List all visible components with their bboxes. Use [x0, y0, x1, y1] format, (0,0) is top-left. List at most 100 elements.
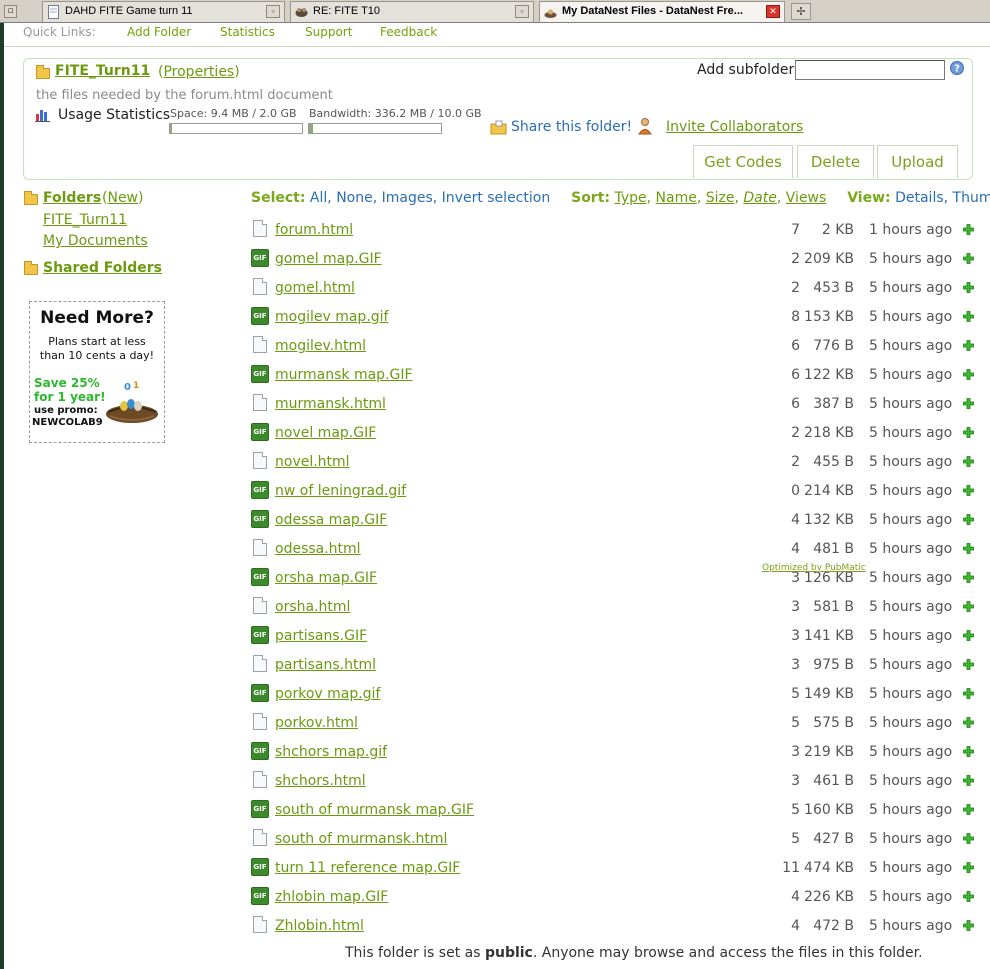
file-name-link[interactable]: mogilev map.gif — [275, 309, 388, 325]
file-row[interactable]: GIF zhlobin map.GIF 4 226 KB 5 hours ago — [251, 884, 976, 913]
add-file-icon[interactable] — [963, 920, 974, 931]
add-file-icon[interactable] — [963, 543, 974, 554]
file-name-link[interactable]: shchors map.gif — [275, 744, 387, 760]
sidebar-item-my-documents[interactable]: My Documents — [43, 233, 148, 249]
file-name-link[interactable]: mogilev.html — [275, 338, 366, 354]
sort-size-link[interactable]: Size — [706, 190, 735, 206]
file-name-link[interactable]: odessa.html — [275, 541, 361, 557]
add-file-icon[interactable] — [963, 398, 974, 409]
file-row[interactable]: partisans.html 3 975 B 5 hours ago — [251, 652, 976, 681]
delete-button[interactable]: Delete — [797, 145, 874, 178]
file-name-link[interactable]: novel map.GIF — [275, 425, 376, 441]
file-row[interactable]: mogilev.html 6 776 B 5 hours ago — [251, 333, 976, 362]
quick-link-support[interactable]: Support — [305, 25, 352, 39]
add-file-icon[interactable] — [963, 456, 974, 467]
close-icon[interactable]: ▫ — [515, 5, 529, 18]
file-name-link[interactable]: murmansk map.GIF — [275, 367, 413, 383]
sort-views-link[interactable]: Views — [786, 190, 827, 206]
add-file-icon[interactable] — [963, 340, 974, 351]
file-row[interactable]: GIF shchors map.gif 3 219 KB 5 hours ago — [251, 739, 976, 768]
quick-link-add-folder[interactable]: Add Folder — [127, 25, 191, 39]
file-row[interactable]: GIF murmansk map.GIF 6 122 KB 5 hours ago — [251, 362, 976, 391]
file-row[interactable]: GIF nw of leningrad.gif 0 214 KB 5 hours ago — [251, 478, 976, 507]
tab-my-datanest-files[interactable]: My DataNest Files - DataNest Fre... ✕ — [539, 1, 785, 22]
invite-collaborators-link[interactable]: Invite Collaborators — [666, 119, 803, 135]
file-name-link[interactable]: novel.html — [275, 454, 350, 470]
file-name-link[interactable]: porkov map.gif — [275, 686, 380, 702]
add-file-icon[interactable] — [963, 311, 974, 322]
file-row[interactable]: novel.html 2 455 B 5 hours ago — [251, 449, 976, 478]
file-name-link[interactable]: Zhlobin.html — [275, 918, 364, 934]
sort-date-link[interactable]: Date — [743, 190, 776, 206]
invert-selection-link[interactable]: Invert selection — [442, 190, 551, 206]
add-file-icon[interactable] — [963, 427, 974, 438]
file-name-link[interactable]: partisans.html — [275, 657, 376, 673]
add-file-icon[interactable] — [963, 253, 974, 264]
file-name-link[interactable]: south of murmansk map.GIF — [275, 802, 474, 818]
add-file-icon[interactable] — [963, 224, 974, 235]
add-subfolder-input[interactable] — [795, 60, 945, 80]
sort-name-link[interactable]: Name — [656, 190, 697, 206]
view-details-link[interactable]: Details — [895, 190, 944, 206]
file-row[interactable]: GIF gomel map.GIF 2 209 KB 5 hours ago — [251, 246, 976, 275]
file-row[interactable]: forum.html 7 2 KB 1 hours ago — [251, 217, 976, 246]
sort-type-link[interactable]: Type — [614, 190, 646, 206]
add-file-icon[interactable] — [963, 514, 974, 525]
add-file-icon[interactable] — [963, 717, 974, 728]
quick-link-feedback[interactable]: Feedback — [380, 25, 437, 39]
help-icon[interactable]: ? — [950, 61, 964, 75]
file-name-link[interactable]: gomel map.GIF — [275, 251, 382, 267]
folders-link[interactable]: Folders — [43, 190, 101, 206]
file-row[interactable]: GIF turn 11 reference map.GIF 11 474 KB 5 ho… — [251, 855, 976, 884]
sidebar-item-fite-turn11[interactable]: FITE_Turn11 — [43, 212, 127, 228]
select-all-link[interactable]: All — [310, 190, 327, 206]
shared-folders-link[interactable]: Shared Folders — [43, 260, 162, 276]
close-icon[interactable]: ✕ — [766, 5, 780, 18]
add-file-icon[interactable] — [963, 485, 974, 496]
file-row[interactable]: GIF porkov map.gif 5 149 KB 5 hours ago — [251, 681, 976, 710]
file-name-link[interactable]: partisans.GIF — [275, 628, 367, 644]
add-file-icon[interactable] — [963, 630, 974, 641]
add-file-icon[interactable] — [963, 659, 974, 670]
folder-name-link[interactable]: FITE_Turn11 — [55, 63, 150, 79]
file-name-link[interactable]: forum.html — [275, 222, 353, 238]
share-folder-link[interactable]: Share this folder! — [511, 119, 632, 135]
select-none-link[interactable]: None — [336, 190, 373, 206]
file-row[interactable]: orsha.html 3 581 B 5 hours ago — [251, 594, 976, 623]
file-row[interactable]: GIF novel map.GIF 2 218 KB 5 hours ago — [251, 420, 976, 449]
file-row[interactable]: GIF south of murmansk map.GIF 5 160 KB 5 hou… — [251, 797, 976, 826]
new-tab-button[interactable]: ✢ — [791, 3, 811, 20]
view-thumbs-link[interactable]: Thumbs — [953, 190, 990, 206]
add-file-icon[interactable] — [963, 891, 974, 902]
select-images-link[interactable]: Images — [382, 190, 433, 206]
promo-banner[interactable]: Need More? Plans start at less than 10 c… — [29, 301, 165, 443]
file-name-link[interactable]: gomel.html — [275, 280, 355, 296]
file-row[interactable]: porkov.html 5 575 B 5 hours ago — [251, 710, 976, 739]
add-file-icon[interactable] — [963, 572, 974, 583]
add-file-icon[interactable] — [963, 775, 974, 786]
add-file-icon[interactable] — [963, 282, 974, 293]
file-name-link[interactable]: shchors.html — [275, 773, 366, 789]
file-row[interactable]: GIF orsha map.GIF 3 126 KB 5 hours ago — [251, 565, 976, 594]
add-file-icon[interactable] — [963, 833, 974, 844]
upload-button[interactable]: Upload — [877, 145, 958, 178]
file-name-link[interactable]: orsha.html — [275, 599, 350, 615]
add-file-icon[interactable] — [963, 369, 974, 380]
file-name-link[interactable]: nw of leningrad.gif — [275, 483, 406, 499]
file-row[interactable]: Zhlobin.html 4 472 B 5 hours ago — [251, 913, 976, 942]
file-row[interactable]: GIF partisans.GIF 3 141 KB 5 hours ago — [251, 623, 976, 652]
tab-list-icon[interactable]: ▫ — [4, 5, 17, 18]
tab-dahd-fite[interactable]: DAHD FITE Game turn 11 ▫ — [42, 1, 285, 22]
file-row[interactable]: murmansk.html 6 387 B 5 hours ago — [251, 391, 976, 420]
file-row[interactable]: gomel.html 2 453 B 5 hours ago — [251, 275, 976, 304]
quick-link-statistics[interactable]: Statistics — [220, 25, 275, 39]
add-file-icon[interactable] — [963, 746, 974, 757]
add-file-icon[interactable] — [963, 804, 974, 815]
get-codes-button[interactable]: Get Codes — [693, 145, 793, 178]
add-file-icon[interactable] — [963, 601, 974, 612]
close-icon[interactable]: ▫ — [266, 5, 280, 18]
tab-re-fite[interactable]: RE: FITE T10 ▫ — [290, 1, 534, 22]
file-name-link[interactable]: porkov.html — [275, 715, 358, 731]
file-name-link[interactable]: turn 11 reference map.GIF — [275, 860, 460, 876]
file-name-link[interactable]: odessa map.GIF — [275, 512, 387, 528]
